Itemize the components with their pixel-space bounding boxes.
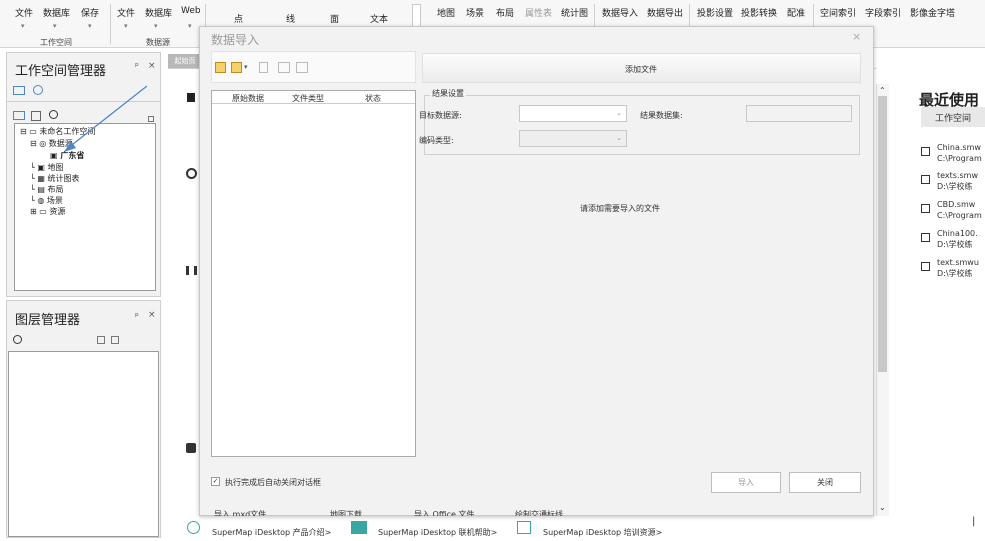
- file-table: 原始数据 文件类型 状态: [211, 90, 416, 457]
- result-dataset-field[interactable]: [746, 105, 852, 122]
- close-icon[interactable]: ×: [148, 310, 156, 320]
- auto-close-checkbox[interactable]: ✓: [211, 477, 220, 486]
- globe-icon: [186, 168, 197, 179]
- recent-item[interactable]: CBD.smw C:\Program: [937, 199, 982, 221]
- column-header[interactable]: 原始数据: [232, 93, 264, 104]
- link-traffic-lines[interactable]: 绘制交通标线: [515, 509, 563, 516]
- column-header[interactable]: 状态: [365, 93, 381, 104]
- workspace-file-icon: [921, 147, 930, 156]
- chevron-down-icon[interactable]: ▾: [244, 63, 248, 71]
- link-product-intro[interactable]: SuperMap iDesktop 产品介绍>: [212, 527, 331, 538]
- encoding-select[interactable]: ⌄: [519, 130, 627, 147]
- scroll-down-icon[interactable]: ⌄: [879, 503, 886, 512]
- add-file-label: 添加文件: [625, 65, 657, 74]
- puzzle-icon: [186, 443, 196, 453]
- file-header-bar: 添加文件: [422, 53, 861, 83]
- layer-list: [8, 351, 159, 537]
- search-icon[interactable]: [13, 335, 22, 344]
- recent-item[interactable]: texts.smw D:\学校练: [937, 170, 978, 192]
- feature-icon: [187, 93, 195, 102]
- tab-start-page[interactable]: 起始页: [168, 54, 202, 68]
- tab-workspace[interactable]: 工作空间: [921, 107, 985, 127]
- close-icon[interactable]: ×: [852, 30, 861, 43]
- workspace-file-icon: [921, 233, 930, 242]
- chevron-down-icon: ⌄: [616, 109, 622, 117]
- pin-icon[interactable]: ᵖ: [135, 312, 139, 322]
- result-dataset-label: 结果数据集:: [640, 111, 683, 120]
- text-cursor-icon: |: [972, 516, 976, 527]
- encoding-label: 编码类型:: [419, 136, 454, 145]
- invert-select-icon[interactable]: [296, 62, 308, 73]
- table-header: 原始数据 文件类型 状态: [212, 91, 415, 104]
- result-settings-title: 结果设置: [430, 88, 466, 99]
- auto-close-label: 执行完成后自动关闭对话框: [225, 478, 321, 487]
- recent-item[interactable]: China100. D:\学校练: [937, 228, 978, 250]
- import-button[interactable]: 导入: [711, 472, 781, 493]
- empty-hint: 请添加需要导入的文件: [580, 204, 660, 213]
- data-import-dialog: 数据导入 × ▾ 添加文件 原始数据 文件类型 状态 结果设置 目标数据源: ⌄…: [199, 26, 874, 516]
- library-icon: [186, 266, 197, 275]
- recent-item[interactable]: China.smw C:\Program: [937, 142, 982, 164]
- add-file-icon[interactable]: [215, 62, 226, 73]
- chevron-down-icon: ⌄: [616, 134, 622, 142]
- result-settings-group: [424, 95, 860, 155]
- link-import-office[interactable]: 导入 Office 文件: [414, 509, 474, 516]
- link-map-download[interactable]: 地图下载: [330, 509, 362, 516]
- layer-manager-panel: 图层管理器 ᵖ ×: [6, 300, 161, 538]
- move-up-icon[interactable]: [97, 336, 105, 344]
- link-import-mxd[interactable]: 导入 mxd文件: [214, 509, 266, 516]
- workspace-file-icon: [921, 262, 930, 271]
- select-all-icon[interactable]: [278, 62, 290, 73]
- training-icon: [517, 521, 531, 534]
- workspace-file-icon: [921, 204, 930, 213]
- tab-workspace-label: 工作空间: [935, 114, 972, 124]
- recent-item[interactable]: text.smwu D:\学校练: [937, 257, 979, 279]
- scroll-up-icon[interactable]: ⌃: [879, 86, 886, 95]
- target-datasource-label: 目标数据源:: [419, 111, 462, 120]
- delete-icon[interactable]: [259, 62, 268, 73]
- dialog-title: 数据导入: [211, 33, 260, 47]
- online-help-icon: [351, 521, 367, 534]
- scrollbar-thumb[interactable]: [878, 96, 887, 372]
- close-button[interactable]: 关闭: [789, 472, 861, 493]
- layer-manager-title: 图层管理器: [15, 313, 81, 328]
- link-training[interactable]: SuperMap iDesktop 培训资源>: [543, 527, 662, 538]
- add-folder-icon[interactable]: [231, 62, 242, 73]
- workspace-file-icon: [921, 175, 930, 184]
- product-intro-icon: [187, 521, 200, 534]
- move-down-icon[interactable]: [111, 336, 119, 344]
- column-header[interactable]: 文件类型: [292, 93, 324, 104]
- link-online-help[interactable]: SuperMap iDesktop 联机帮助>: [378, 527, 497, 538]
- target-datasource-select[interactable]: ⌄: [519, 105, 627, 122]
